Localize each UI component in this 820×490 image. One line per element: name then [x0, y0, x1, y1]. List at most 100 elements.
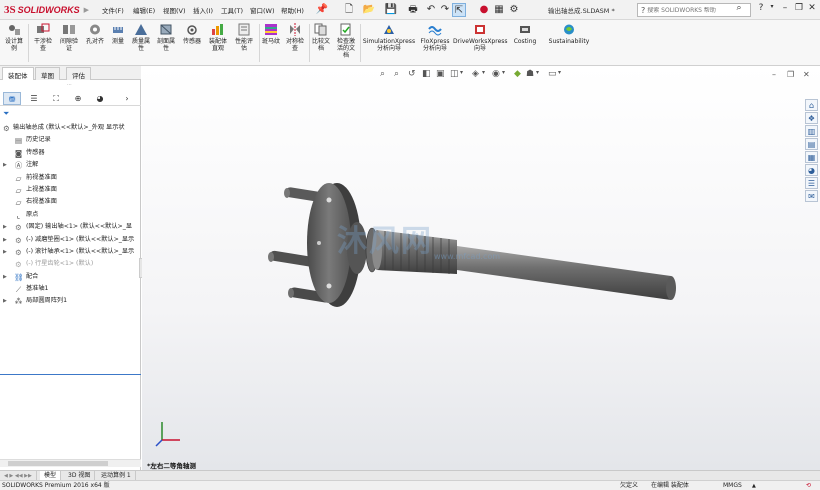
- toolbar-performance-evaluation[interactable]: 性能评 估: [232, 23, 256, 52]
- propertymanager-tab-icon[interactable]: ☰: [25, 92, 43, 105]
- tree-item-front-plane[interactable]: ▱ 前视基准面: [0, 172, 141, 184]
- tree-item-needle-bearing[interactable]: ▶ ⚙ (-) 滚针轴承<1> (默认<<默认>_显示: [0, 246, 141, 258]
- doc-close-icon[interactable]: ✕: [803, 70, 810, 79]
- forum-icon[interactable]: ✉: [805, 190, 818, 202]
- tree-item-right-plane[interactable]: ▱ 右视基准面: [0, 196, 141, 208]
- open-document-icon[interactable]: 📂: [362, 3, 376, 17]
- toolbar-assembly-visualization[interactable]: 装配体 直观: [206, 23, 230, 52]
- chevron-up-icon[interactable]: ▲: [752, 481, 756, 490]
- expand-arrow-icon[interactable]: ▶: [3, 271, 7, 283]
- tree-item-origin[interactable]: ⌞ 原点: [0, 209, 141, 221]
- chevron-down-icon[interactable]: ▾: [536, 69, 539, 76]
- chevron-right-icon[interactable]: ▶: [84, 6, 89, 14]
- menu-edit[interactable]: 编辑(E): [133, 5, 155, 15]
- view-orientation-icon[interactable]: ◫: [450, 69, 459, 79]
- toolbar-interference-check[interactable]: 干涉检 查: [31, 23, 55, 52]
- view-settings-icon[interactable]: ▭: [548, 69, 557, 79]
- tree-item-mates[interactable]: ▶ ⛓ 配合: [0, 271, 141, 283]
- toolbar-check-active-document[interactable]: 检查激 活的文 档: [334, 23, 358, 59]
- file-properties-icon[interactable]: ▦: [492, 3, 506, 17]
- tree-item-planet-gear[interactable]: ⚙ (-) 行星齿轮<1> (默认): [0, 258, 141, 270]
- toolbar-measure[interactable]: 测量: [109, 23, 127, 45]
- scrollbar-thumb[interactable]: [8, 461, 108, 466]
- menu-tools[interactable]: 工具(T): [221, 5, 243, 15]
- close-icon[interactable]: ✕: [806, 3, 818, 13]
- menu-insert[interactable]: 插入(I): [193, 5, 213, 15]
- rebuild-status-icon[interactable]: ⟲: [806, 481, 811, 490]
- splitter-handle[interactable]: ⋯: [67, 82, 72, 88]
- chevron-right-icon[interactable]: ›: [122, 92, 132, 105]
- redo-icon[interactable]: ↷: [438, 3, 452, 17]
- rollback-bar[interactable]: [0, 374, 141, 375]
- rebuild-icon[interactable]: ●: [477, 3, 491, 17]
- minimize-icon[interactable]: –: [779, 3, 791, 13]
- toolbar-costing[interactable]: Costing: [510, 23, 540, 45]
- print-icon[interactable]: 🖶: [406, 3, 420, 17]
- tree-item-output-shaft[interactable]: ▶ ⚙ (固定) 输出轴<1> (默认<<默认>_显: [0, 221, 141, 233]
- search-icon[interactable]: ⌕: [733, 3, 745, 13]
- toolbar-simulationxpress[interactable]: SimulationXpress 分析向导: [362, 23, 416, 52]
- doc-restore-icon[interactable]: ❐: [787, 70, 794, 79]
- unit-system[interactable]: MMGS: [723, 481, 742, 490]
- apply-scene-icon[interactable]: ☗: [526, 69, 534, 79]
- new-document-icon[interactable]: 🗋: [342, 3, 356, 17]
- tree-item-axis1[interactable]: ⟋ 基准轴1: [0, 283, 141, 295]
- toolbar-sustainability[interactable]: Sustainability: [546, 23, 592, 45]
- zoom-area-icon[interactable]: ⌕: [394, 69, 399, 79]
- resources-icon[interactable]: ❖: [805, 112, 818, 124]
- toolbar-mass-properties[interactable]: 质量属 性: [130, 23, 152, 52]
- tree-item-root-assembly[interactable]: ⚙ 输出轴总成 (默认<<默认>_外观 显示状: [0, 122, 141, 134]
- previous-view-icon[interactable]: ↺: [408, 69, 416, 79]
- solidworks-logo[interactable]: 3S SOLIDWORKS ▶: [4, 2, 89, 18]
- toolbar-clearance-verify[interactable]: 间隙验 证: [57, 23, 81, 52]
- appearances-icon[interactable]: ◕: [805, 164, 818, 176]
- expand-arrow-icon[interactable]: ▶: [3, 234, 7, 246]
- chevron-down-icon[interactable]: ▾: [558, 69, 561, 76]
- featuremanager-tab-icon[interactable]: ⛃: [3, 92, 21, 105]
- pin-icon[interactable]: 📌: [315, 3, 329, 17]
- dynamic-annotation-icon[interactable]: ▣: [436, 69, 445, 79]
- toolbar-section-properties[interactable]: 剖面属 性: [154, 23, 178, 52]
- save-icon[interactable]: 💾: [384, 3, 398, 17]
- chevron-down-icon[interactable]: ▾: [482, 69, 485, 76]
- view-palette-icon[interactable]: ▦: [805, 151, 818, 163]
- display-manager-tab-icon[interactable]: ◕: [91, 92, 109, 105]
- toolbar-hole-align[interactable]: 孔对齐: [83, 23, 107, 45]
- toolbar-floxpress[interactable]: FloXpress 分析向导: [418, 23, 452, 52]
- toolbar-compare-documents[interactable]: 比较文 档: [310, 23, 332, 52]
- configurationmanager-tab-icon[interactable]: ⛶: [47, 92, 65, 105]
- tree-item-history[interactable]: ▤ 历史记录: [0, 134, 141, 146]
- expand-arrow-icon[interactable]: ▶: [3, 295, 7, 307]
- tree-item-circular-pattern[interactable]: ▶ ⁂ 局部圆周阵列1: [0, 295, 141, 307]
- options-gear-icon[interactable]: ⚙: [507, 3, 521, 17]
- tree-item-sensors[interactable]: ◙ 传感器: [0, 147, 141, 159]
- menu-window[interactable]: 窗口(W): [250, 5, 275, 15]
- design-library-icon[interactable]: ▥: [805, 125, 818, 137]
- toolbar-sensor[interactable]: 传感器: [180, 23, 204, 45]
- undo-icon[interactable]: ↶: [424, 3, 438, 17]
- shaft-assembly-model[interactable]: [257, 170, 687, 320]
- tab-sketch[interactable]: 草图: [35, 67, 60, 80]
- display-style-icon[interactable]: ◈: [472, 69, 479, 79]
- graphics-area[interactable]: ⌕ ⌕ ↺ ◧ ▣ ◫ ▾ ◈ ▾ ◉ ▾ ◆ ☗ ▾ ▭ ▾ – ❐ ✕ ⌂ …: [142, 66, 820, 470]
- expand-arrow-icon[interactable]: ▶: [3, 246, 7, 258]
- select-cursor-icon[interactable]: ⇱: [452, 3, 466, 17]
- tree-item-annotations[interactable]: ▶ Ⓐ 注解: [0, 159, 141, 171]
- expand-arrow-icon[interactable]: ▶: [3, 221, 7, 233]
- doc-minimize-icon[interactable]: –: [772, 70, 776, 79]
- toolbar-symmetry-check[interactable]: 对称检 查: [283, 23, 307, 52]
- filter-icon[interactable]: ⏷: [3, 109, 9, 119]
- tree-item-washer[interactable]: ▶ ⚙ (-) 减磨垫圈<1> (默认<<默认>_显示: [0, 234, 141, 246]
- chevron-down-icon[interactable]: ▾: [460, 69, 463, 76]
- menu-help[interactable]: 帮助(H): [281, 5, 304, 15]
- chevron-down-icon[interactable]: ▾: [502, 69, 505, 76]
- restore-icon[interactable]: ❐: [793, 3, 805, 13]
- section-view-icon[interactable]: ◧: [422, 69, 431, 79]
- menu-file[interactable]: 文件(F): [102, 5, 124, 15]
- expand-arrow-icon[interactable]: ▶: [3, 159, 7, 171]
- hide-show-items-icon[interactable]: ◉: [492, 69, 500, 79]
- menu-view[interactable]: 视图(V): [163, 5, 186, 15]
- tab-assembly[interactable]: 装配体: [2, 67, 34, 80]
- zoom-to-fit-icon[interactable]: ⌕: [380, 69, 385, 79]
- chevron-down-icon[interactable]: ▾: [766, 3, 778, 10]
